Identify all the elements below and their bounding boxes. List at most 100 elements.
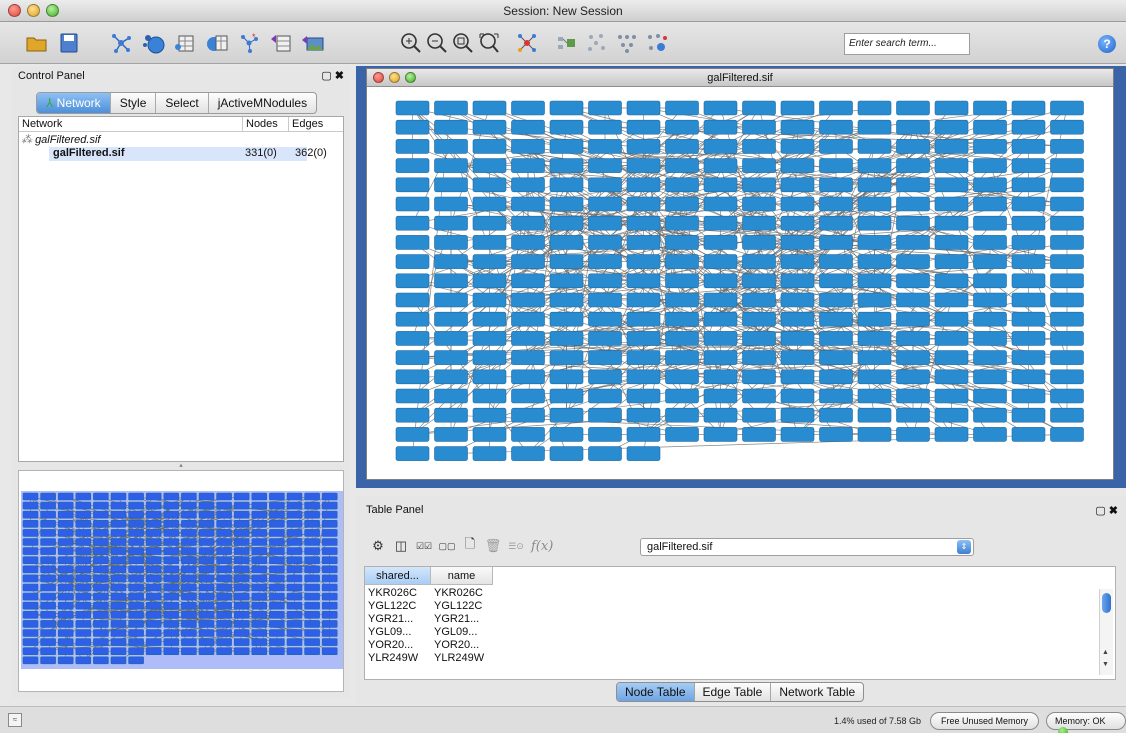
network-node[interactable] [198,620,215,628]
network-node[interactable] [110,519,127,528]
network-node[interactable] [934,407,969,423]
network-view-window[interactable]: galFiltered.sif [366,68,1114,480]
network-node[interactable] [321,629,338,637]
network-node[interactable] [40,647,56,655]
network-node[interactable] [181,510,197,519]
network-node[interactable] [128,620,144,628]
network-node[interactable] [1011,331,1046,346]
network-node[interactable] [472,427,507,442]
network-node[interactable] [216,510,232,519]
network-node[interactable] [163,547,180,555]
network-node[interactable] [511,100,545,116]
network-node[interactable] [198,510,215,519]
network-node[interactable] [588,119,622,135]
network-node[interactable] [163,519,180,528]
network-node[interactable] [973,139,1007,154]
network-node[interactable] [665,427,699,442]
network-node[interactable] [1050,331,1084,346]
network-node[interactable] [163,601,180,610]
network-node[interactable] [511,215,545,231]
column-nodes[interactable]: Nodes [243,117,289,131]
network-node[interactable] [973,177,1007,193]
network-node[interactable] [1011,254,1046,269]
first-neighbors-icon[interactable] [554,30,580,56]
network-node[interactable] [57,538,74,546]
table-row[interactable]: YLR249W YLR249W [365,652,484,665]
network-node[interactable] [304,574,320,583]
network-node[interactable] [896,158,930,173]
network-node[interactable] [198,556,215,564]
network-node[interactable] [780,158,815,173]
network-node[interactable] [233,538,250,546]
network-node[interactable] [286,538,303,546]
network-node[interactable] [665,331,699,346]
network-node[interactable] [269,638,285,646]
network-node[interactable] [216,647,232,655]
network-node[interactable] [703,100,738,116]
network-node[interactable] [233,556,250,564]
cell-shared-name[interactable]: YGL122C [365,600,431,613]
network-node[interactable] [395,177,430,193]
network-node[interactable] [1050,100,1084,116]
network-node[interactable] [1011,196,1046,212]
network-node[interactable] [269,611,285,619]
network-node[interactable] [472,331,507,346]
column-shared-name[interactable]: shared... [365,567,431,585]
network-node[interactable] [742,331,776,346]
network-node[interactable] [472,196,507,212]
network-node[interactable] [251,611,268,619]
network-node[interactable] [857,273,892,289]
network-node[interactable] [40,538,56,546]
cell-shared-name[interactable]: YLR249W [365,652,431,665]
cell-name[interactable]: YGL122C [431,600,482,613]
network-node[interactable] [1050,235,1084,250]
network-node[interactable] [233,565,250,574]
network-node[interactable] [321,620,338,628]
cell-shared-name[interactable]: YGR21... [365,613,431,626]
network-node[interactable] [703,235,738,250]
network-node[interactable] [75,510,92,519]
network-node[interactable] [511,254,545,269]
network-node[interactable] [145,611,162,619]
network-node[interactable] [511,292,545,308]
network-node[interactable] [819,292,853,308]
network-node[interactable] [110,656,127,665]
network-node[interactable] [588,407,622,423]
network-node[interactable] [780,196,815,212]
network-node[interactable] [857,235,892,250]
network-node[interactable] [973,350,1007,365]
network-node[interactable] [703,254,738,269]
new-column-icon[interactable]: 🗋 [462,536,478,554]
network-node[interactable] [434,196,468,212]
link-table-icon[interactable]: ☰⊙ [508,538,524,554]
network-node[interactable] [145,538,162,546]
network-node[interactable] [269,556,285,564]
network-node[interactable] [934,196,969,212]
network-node[interactable] [896,369,930,385]
network-node[interactable] [511,177,545,193]
network-node[interactable] [703,427,738,442]
network-node[interactable] [321,519,338,528]
network-node[interactable] [703,196,738,212]
network-node[interactable] [321,547,338,555]
network-node[interactable] [304,492,320,501]
network-node[interactable] [857,177,892,193]
network-node[interactable] [321,574,338,583]
network-node[interactable] [110,629,127,637]
network-node[interactable] [216,565,232,574]
network-node[interactable] [75,565,92,574]
network-node[interactable] [819,331,853,346]
network-node[interactable] [163,556,180,564]
network-node[interactable] [145,510,162,519]
import-network-web-icon[interactable] [140,30,166,56]
network-node[interactable] [40,565,56,574]
network-node[interactable] [22,556,39,564]
network-node[interactable] [110,565,127,574]
network-node[interactable] [511,331,545,346]
network-node[interactable] [857,427,892,442]
network-node[interactable] [181,638,197,646]
network-node[interactable] [93,501,109,510]
network-node[interactable] [75,601,92,610]
network-node[interactable] [163,492,180,501]
export-image-icon[interactable] [300,30,326,56]
